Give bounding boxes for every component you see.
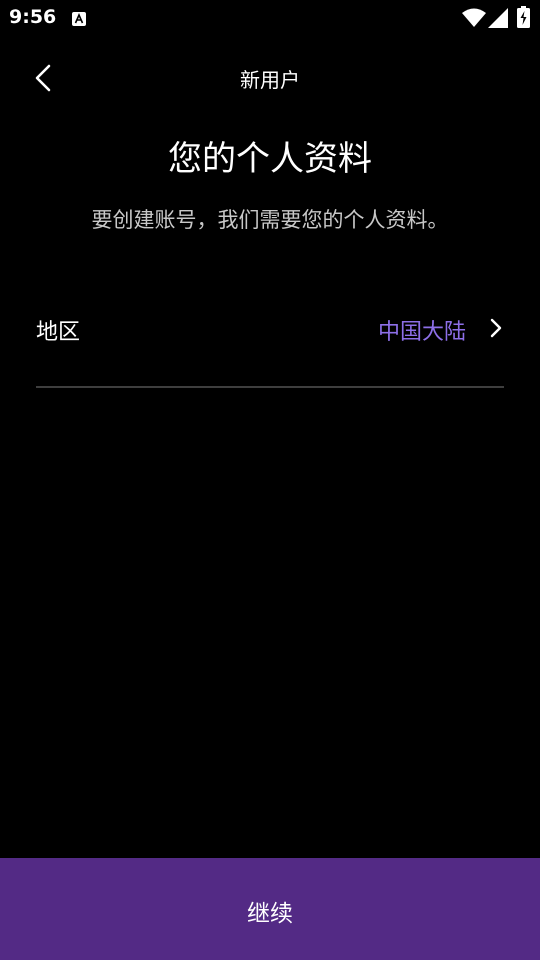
a-square-icon	[72, 11, 86, 26]
battery-charging-icon	[517, 6, 530, 28]
cell-signal-icon	[488, 8, 508, 28]
continue-button[interactable]: 继续	[0, 858, 540, 960]
status-bar: 9:56	[0, 0, 540, 36]
page-subtitle: 要创建账号，我们需要您的个人资料。	[91, 208, 449, 232]
chevron-right-icon	[490, 318, 502, 338]
region-value: 中国大陆	[377, 320, 466, 345]
wifi-icon	[462, 8, 486, 28]
region-row[interactable]: 地区 中国大陆	[36, 290, 504, 388]
continue-label: 继续	[247, 901, 293, 927]
header-title: 新用户	[240, 68, 300, 92]
region-label: 地区	[36, 320, 81, 345]
status-time: 9:56	[9, 6, 57, 28]
page-title: 您的个人资料	[168, 139, 372, 179]
